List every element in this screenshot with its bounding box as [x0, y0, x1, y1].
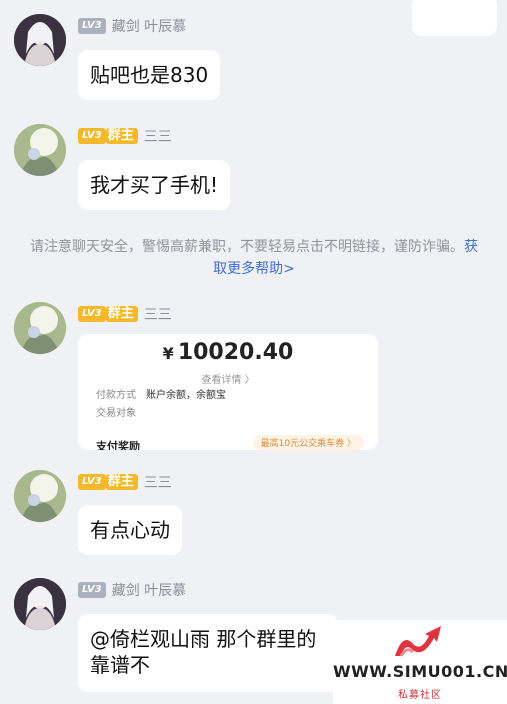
avatar[interactable]: [14, 470, 66, 522]
level-badge: LV3: [78, 474, 106, 490]
sender-meta: LV3 藏剑 叶辰慕: [78, 580, 186, 600]
message-bubble[interactable]: @倚栏观山雨 那个群里的 靠谱不: [78, 614, 338, 692]
message-text: 靠谱不: [90, 653, 150, 677]
owner-badge: 群主: [105, 128, 138, 144]
message-bubble[interactable]: 有点心动: [78, 505, 182, 555]
payment-method-row: 付款方式 账户余额，余额宝: [96, 390, 226, 401]
level-badge: LV3: [78, 128, 106, 144]
message-bubble[interactable]: 我才买了手机!: [78, 160, 231, 210]
watermark: WWW.SIMU001.CN 私募社区: [333, 620, 507, 704]
owner-badge: 群主: [105, 474, 138, 490]
avatar-image-icon: [14, 470, 66, 522]
watermark-logo-icon: [395, 626, 441, 657]
sender-meta: LV3 群主 三三: [78, 126, 172, 146]
avatar-image-icon: [14, 14, 66, 66]
watermark-brand: WWW.SIMU001.CN: [333, 662, 507, 681]
sender-name[interactable]: 藏剑 叶辰慕: [112, 16, 186, 36]
level-badge: LV3: [78, 306, 106, 322]
message-text: @倚栏观山雨 那个群里的: [90, 627, 317, 651]
payment-reward-badge: 最高10元公交乘车券 〉: [252, 435, 364, 450]
sender-name[interactable]: 三三: [144, 472, 172, 492]
level-badge: LV3: [78, 582, 106, 598]
payment-reward-label: 支付奖励: [96, 440, 140, 450]
avatar[interactable]: [14, 302, 66, 354]
sender-meta: LV3 藏剑 叶辰慕: [78, 16, 186, 36]
sender-name[interactable]: 三三: [144, 126, 172, 146]
payment-screenshot-image[interactable]: ¥10020.40 查看详情 〉 付款方式 账户余额，余额宝 交易对象 支付奖励 …: [78, 334, 378, 450]
payment-detail-link: 查看详情 〉: [201, 375, 255, 386]
avatar-image-icon: [14, 302, 66, 354]
payment-party-row: 交易对象: [96, 408, 136, 419]
avatar[interactable]: [14, 14, 66, 66]
watermark-subtitle: 私募社区: [398, 690, 442, 701]
avatar-image-icon: [14, 124, 66, 176]
message-bubble[interactable]: 贴吧也是830: [78, 50, 221, 100]
sender-name[interactable]: 三三: [144, 304, 172, 324]
owner-badge: 群主: [105, 306, 138, 322]
message-text: 有点心动: [90, 518, 170, 542]
sender-meta: LV3 群主 三三: [78, 472, 172, 492]
payment-amount: ¥10020.40: [162, 340, 294, 365]
avatar[interactable]: [14, 578, 66, 630]
level-badge: LV3: [78, 18, 106, 34]
safety-notice: 请注意聊天安全，警惕高薪兼职，不要轻易点击不明链接，谨防诈骗。获取更多帮助>: [28, 236, 480, 280]
message-text: 贴吧也是830: [90, 63, 209, 87]
sender-meta: LV3 群主 三三: [78, 304, 172, 324]
avatar[interactable]: [14, 124, 66, 176]
sender-name[interactable]: 藏剑 叶辰慕: [112, 580, 186, 600]
avatar-image-icon: [14, 578, 66, 630]
notice-text: 请注意聊天安全，警惕高薪兼职，不要轻易点击不明链接，谨防诈骗。: [30, 239, 464, 255]
partial-message-bubble: [412, 0, 497, 36]
message-text: 我才买了手机!: [90, 173, 219, 197]
